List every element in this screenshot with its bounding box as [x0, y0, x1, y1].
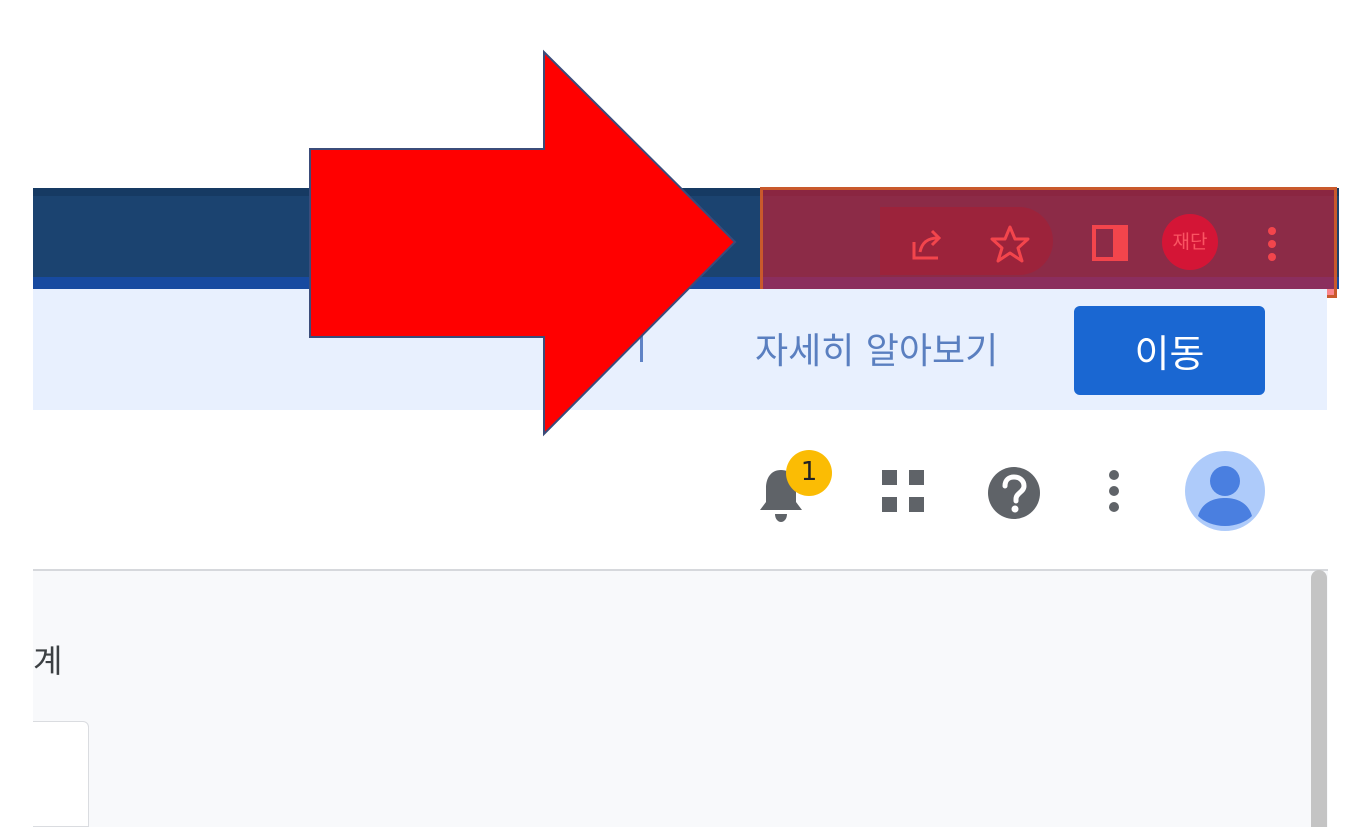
- content-panel: [33, 569, 1328, 827]
- learn-more-link[interactable]: 자세히 알아보기: [755, 322, 998, 374]
- account-avatar-icon[interactable]: [1184, 450, 1266, 532]
- screenshot-page: 재단 자세히 알아보기 이동 1 계: [0, 0, 1354, 827]
- red-arrow-annotation: [309, 49, 737, 437]
- apps-grid-icon[interactable]: [882, 470, 926, 514]
- app-more-vert-icon[interactable]: [1100, 467, 1128, 515]
- notification-badge: 1: [786, 450, 832, 496]
- highlight-box: [760, 187, 1337, 298]
- help-icon[interactable]: [986, 465, 1042, 521]
- inner-card: [33, 721, 89, 827]
- partial-text: 계: [33, 642, 63, 680]
- scrollbar[interactable]: [1311, 570, 1327, 827]
- go-button[interactable]: 이동: [1074, 306, 1265, 395]
